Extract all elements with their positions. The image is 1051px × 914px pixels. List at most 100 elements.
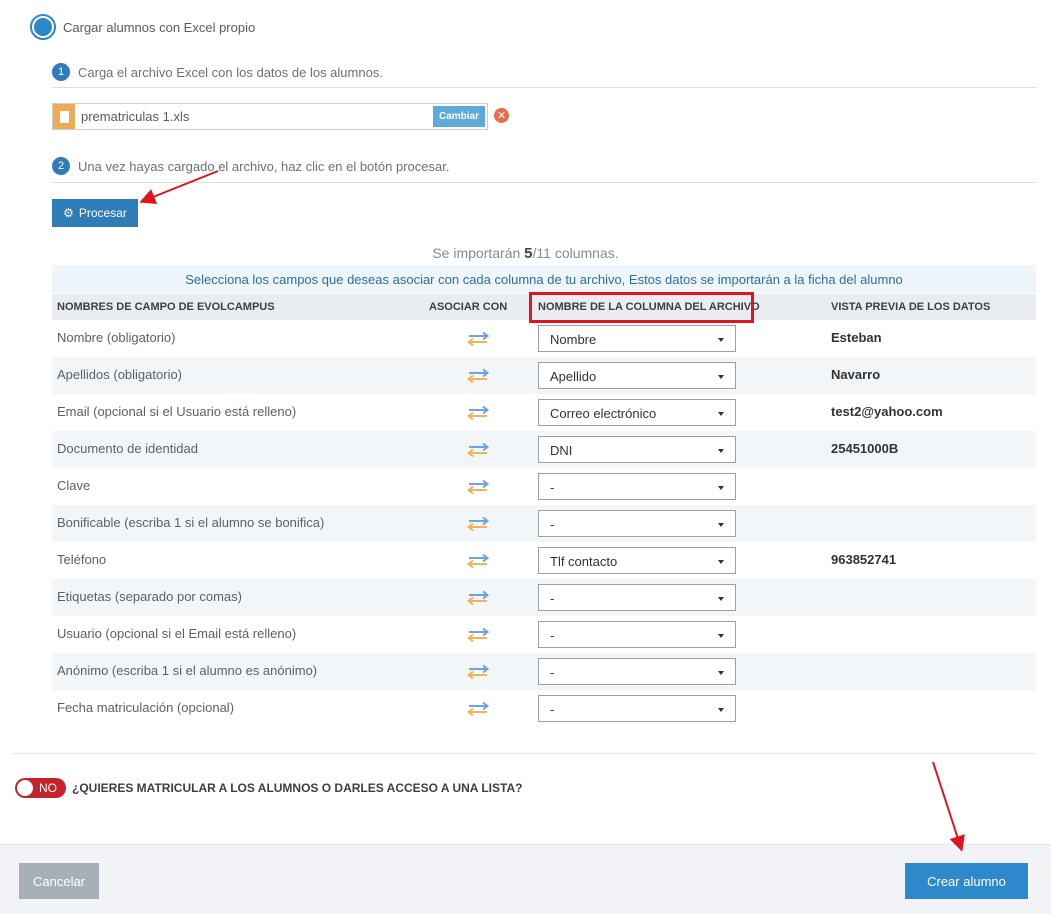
enroll-question: ¿QUIERES MATRICULAR A LOS ALUMNOS O DARL… — [72, 781, 523, 795]
column-select[interactable]: Apellido — [538, 362, 736, 389]
enroll-toggle[interactable]: NO — [15, 778, 66, 798]
column-select-value: Correo electrónico — [550, 406, 657, 421]
swap-arrows-icon — [466, 553, 490, 569]
chevron-down-icon — [718, 375, 724, 379]
toggle-knob — [17, 780, 33, 796]
swap-arrows-icon — [466, 405, 490, 421]
radio-selected-dot — [34, 18, 52, 36]
radio-label: Cargar alumnos con Excel propio — [63, 19, 256, 35]
chevron-down-icon — [718, 708, 724, 712]
chevron-down-icon — [718, 671, 724, 675]
column-select-value: - — [550, 702, 555, 717]
column-select[interactable]: - — [538, 584, 736, 611]
column-select[interactable]: Tlf contacto — [538, 547, 736, 574]
table-row: Apellidos (obligatorio) Apellido Navarro — [52, 357, 1036, 394]
column-select[interactable]: - — [538, 695, 736, 722]
swap-arrows-icon — [466, 516, 490, 532]
swap-arrows-icon — [466, 368, 490, 384]
process-button-label: Procesar — [78, 206, 127, 220]
import-summary-count: 5 — [524, 245, 533, 262]
header-associate: ASOCIAR CON — [429, 301, 508, 313]
import-summary-prefix: Se importarán — [432, 245, 525, 261]
table-row: Etiquetas (separado por comas) - — [52, 579, 1036, 616]
swap-arrows-icon — [466, 479, 490, 495]
annotation-highlight-box — [529, 292, 754, 323]
column-select-value: - — [550, 517, 555, 532]
annotation-arrow-process — [139, 170, 219, 204]
preview-value: Navarro — [831, 367, 881, 382]
column-select[interactable]: Nombre — [538, 325, 736, 352]
toggle-label: NO — [39, 781, 57, 795]
column-select[interactable]: - — [538, 510, 736, 537]
header-field: NOMBRES DE CAMPO DE EVOLCAMPUS — [57, 301, 275, 313]
swap-arrows-icon — [466, 701, 490, 717]
field-name: Clave — [57, 478, 91, 493]
step-2: 2 Una vez hayas cargado el archivo, haz … — [52, 157, 449, 175]
field-name: Email (opcional si el Usuario está relle… — [57, 404, 297, 419]
gear-icon: ⚙ — [63, 206, 74, 220]
create-student-button[interactable]: Crear alumno — [905, 863, 1028, 899]
divider — [12, 753, 1036, 754]
chevron-down-icon — [718, 634, 724, 638]
chevron-down-icon — [718, 597, 724, 601]
chevron-down-icon — [718, 412, 724, 416]
radio-button[interactable] — [30, 14, 56, 40]
column-select-value: - — [550, 665, 555, 680]
divider — [52, 87, 1036, 88]
chevron-down-icon — [718, 449, 724, 453]
upload-excel-option[interactable]: Cargar alumnos con Excel propio — [30, 14, 255, 40]
table-row: Fecha matriculación (opcional) - — [52, 690, 1036, 727]
process-button[interactable]: ⚙ Procesar — [52, 199, 138, 227]
column-select[interactable]: - — [538, 473, 736, 500]
swap-arrows-icon — [466, 331, 490, 347]
step-text: Una vez hayas cargado el archivo, haz cl… — [78, 158, 450, 174]
preview-value: 25451000B — [831, 441, 899, 456]
step-number: 1 — [52, 63, 70, 81]
column-select-value: Nombre — [550, 332, 597, 347]
cancel-button[interactable]: Cancelar — [19, 863, 99, 899]
field-name: Bonificable (escriba 1 si el alumno se b… — [57, 515, 325, 530]
column-select-value: - — [550, 480, 555, 495]
column-select[interactable]: - — [538, 621, 736, 648]
file-icon — [53, 104, 75, 129]
column-select[interactable]: Correo electrónico — [538, 399, 736, 426]
field-name: Usuario (opcional si el Email está relle… — [57, 626, 297, 641]
field-name: Apellidos (obligatorio) — [57, 367, 183, 382]
import-summary: Se importarán 5/11 columnas. — [0, 245, 1051, 262]
field-name: Teléfono — [57, 552, 107, 567]
info-bar: Selecciona los campos que deseas asociar… — [52, 265, 1036, 293]
remove-file-icon[interactable]: ✕ — [494, 108, 509, 123]
field-name: Nombre (obligatorio) — [57, 330, 176, 345]
column-select[interactable]: DNI — [538, 436, 736, 463]
table-row: Documento de identidad DNI 25451000B — [52, 431, 1036, 468]
chevron-down-icon — [718, 560, 724, 564]
column-select-value: Tlf contacto — [550, 554, 618, 569]
chevron-down-icon — [718, 338, 724, 342]
step-number: 2 — [52, 157, 70, 175]
footer — [0, 844, 1051, 914]
chevron-down-icon — [718, 486, 724, 490]
file-name: prematriculas 1.xls — [81, 109, 190, 124]
swap-arrows-icon — [466, 664, 490, 680]
column-select[interactable]: - — [538, 658, 736, 685]
table-row: Usuario (opcional si el Email está relle… — [52, 616, 1036, 653]
swap-arrows-icon — [466, 627, 490, 643]
swap-arrows-icon — [466, 590, 490, 606]
table-row: Clave - — [52, 468, 1036, 505]
preview-value: Esteban — [831, 330, 882, 345]
change-file-button[interactable]: Cambiar — [432, 106, 485, 127]
table-row: Bonificable (escriba 1 si el alumno se b… — [52, 505, 1036, 542]
chevron-down-icon — [718, 523, 724, 527]
annotation-arrow-create — [932, 761, 965, 852]
column-select-value: Apellido — [550, 369, 597, 384]
preview-value: 963852741 — [831, 552, 897, 567]
preview-value: test2@yahoo.com — [831, 404, 943, 419]
field-name: Fecha matriculación (opcional) — [57, 700, 235, 715]
field-name: Documento de identidad — [57, 441, 198, 456]
divider — [52, 182, 1036, 183]
file-input[interactable]: prematriculas 1.xls Cambiar — [52, 103, 488, 130]
table-row: Anónimo (escriba 1 si el alumno es anóni… — [52, 653, 1036, 690]
step-1: 1 Carga el archivo Excel con los datos d… — [52, 63, 383, 81]
field-name: Anónimo (escriba 1 si el alumno es anóni… — [57, 663, 318, 678]
column-select-value: - — [550, 591, 555, 606]
